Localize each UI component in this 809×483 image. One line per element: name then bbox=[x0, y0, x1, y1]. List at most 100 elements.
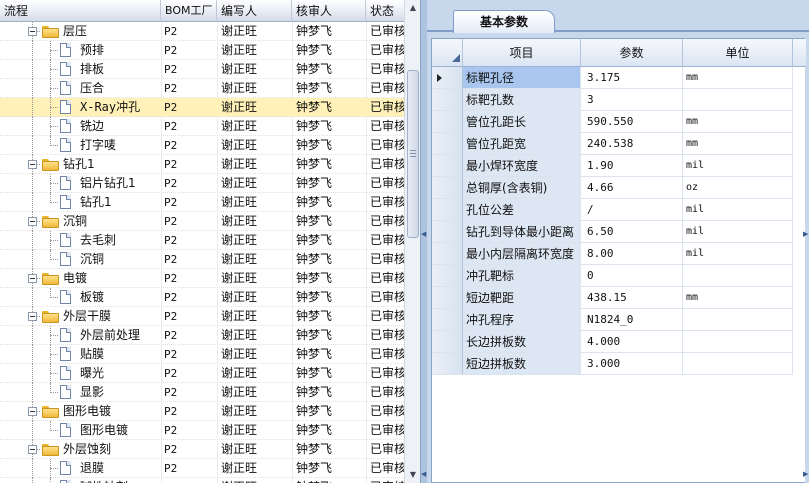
param-value-cell[interactable]: 3.000 bbox=[581, 353, 683, 375]
status-cell: 已审核 bbox=[370, 290, 404, 304]
param-value-cell[interactable]: 0 bbox=[581, 265, 683, 287]
param-value-cell[interactable]: 4.66 bbox=[581, 177, 683, 199]
param-value-cell[interactable]: 4.000 bbox=[581, 331, 683, 353]
collapse-right-icon[interactable]: ▶ bbox=[803, 470, 808, 478]
param-value-cell[interactable]: 438.15 bbox=[581, 287, 683, 309]
tree-row[interactable]: 电镀 P2 谢正旺 钟梦飞 已审核 bbox=[0, 269, 404, 288]
tree-row[interactable]: 沉铜 P2 谢正旺 钟梦飞 已审核 bbox=[0, 212, 404, 231]
param-row[interactable]: 管位孔距长 590.550 mm bbox=[432, 111, 806, 133]
param-unit-cell bbox=[683, 331, 793, 353]
param-value-cell[interactable]: 3 bbox=[581, 89, 683, 111]
grid-corner[interactable] bbox=[432, 39, 463, 67]
column-header-reviewer[interactable]: 核审人 bbox=[292, 0, 366, 22]
row-selector[interactable] bbox=[432, 309, 463, 331]
row-selector[interactable] bbox=[432, 89, 463, 111]
column-header-value[interactable]: 参数 bbox=[581, 39, 683, 67]
tree-row[interactable]: 显影 P2 谢正旺 钟梦飞 已审核 bbox=[0, 383, 404, 402]
row-selector[interactable] bbox=[432, 243, 463, 265]
collapse-toggle-icon[interactable] bbox=[28, 27, 37, 36]
tree-row[interactable]: 钻孔1 P2 谢正旺 钟梦飞 已审核 bbox=[0, 155, 404, 174]
column-header-writer[interactable]: 编写人 bbox=[217, 0, 292, 22]
param-row[interactable]: 标靶孔数 3 bbox=[432, 89, 806, 111]
column-header-flow[interactable]: 流程 bbox=[0, 0, 161, 22]
collapse-toggle-icon[interactable] bbox=[28, 445, 37, 454]
tree-row[interactable]: 曝光 P2 谢正旺 钟梦飞 已审核 bbox=[0, 364, 404, 383]
reviewer-cell: 钟梦飞 bbox=[296, 138, 333, 152]
tree-row[interactable]: 铣边 P2 谢正旺 钟梦飞 已审核 bbox=[0, 117, 404, 136]
collapse-toggle-icon[interactable] bbox=[28, 407, 37, 416]
column-header-status[interactable]: 状态 bbox=[366, 0, 404, 22]
param-value-cell[interactable]: 1.90 bbox=[581, 155, 683, 177]
param-row[interactable]: 冲孔程序 N1824_0 bbox=[432, 309, 806, 331]
param-row[interactable]: 总铜厚(含表铜) 4.66 oz bbox=[432, 177, 806, 199]
document-icon bbox=[60, 176, 71, 190]
collapse-right-icon[interactable]: ▶ bbox=[803, 230, 808, 238]
tree-node-label: 层压 bbox=[63, 24, 88, 38]
tree-line bbox=[32, 364, 33, 383]
param-value-cell[interactable]: 240.538 bbox=[581, 133, 683, 155]
row-selector[interactable] bbox=[432, 331, 463, 353]
row-selector[interactable] bbox=[432, 177, 463, 199]
column-header-bom[interactable]: BOM工厂 bbox=[161, 0, 217, 22]
param-value-cell[interactable]: 8.00 bbox=[581, 243, 683, 265]
tree-row[interactable]: 退膜 P2 谢正旺 钟梦飞 已审核 bbox=[0, 459, 404, 478]
param-row[interactable]: 冲孔靶标 0 bbox=[432, 265, 806, 287]
tree-row[interactable]: 图形电镀 P2 谢正旺 钟梦飞 已审核 bbox=[0, 421, 404, 440]
tree-row[interactable]: 铝片钻孔1 P2 谢正旺 钟梦飞 已审核 bbox=[0, 174, 404, 193]
reviewer-cell: 钟梦飞 bbox=[296, 404, 333, 418]
param-row[interactable]: 管位孔距宽 240.538 mm bbox=[432, 133, 806, 155]
param-row[interactable]: 短边拼板数 3.000 bbox=[432, 353, 806, 375]
tree-row[interactable]: 外层干膜 P2 谢正旺 钟梦飞 已审核 bbox=[0, 307, 404, 326]
row-selector[interactable] bbox=[432, 111, 463, 133]
tree-row[interactable]: 去毛刺 P2 谢正旺 钟梦飞 已审核 bbox=[0, 231, 404, 250]
reviewer-cell: 钟梦飞 bbox=[296, 176, 333, 190]
row-selector[interactable] bbox=[432, 265, 463, 287]
collapse-toggle-icon[interactable] bbox=[28, 274, 37, 283]
row-selector[interactable] bbox=[432, 155, 463, 177]
param-row[interactable]: 短边靶距 438.15 mm bbox=[432, 287, 806, 309]
tree-row[interactable]: 图形电镀 P2 谢正旺 钟梦飞 已审核 bbox=[0, 402, 404, 421]
param-value-cell[interactable]: 6.50 bbox=[581, 221, 683, 243]
row-selector[interactable] bbox=[432, 287, 463, 309]
tree-vertical-scrollbar[interactable]: ▲ ▼ bbox=[404, 0, 420, 483]
tree-row[interactable]: 预排 P2 谢正旺 钟梦飞 已审核 bbox=[0, 41, 404, 60]
param-row[interactable]: 最小内层隔离环宽度 8.00 mil bbox=[432, 243, 806, 265]
tree-row[interactable]: 沉铜 P2 谢正旺 钟梦飞 已审核 bbox=[0, 250, 404, 269]
param-row[interactable]: 孔位公差 / mil bbox=[432, 199, 806, 221]
column-header-unit[interactable]: 单位 bbox=[683, 39, 793, 67]
tree-row[interactable]: 外层蚀刻 P2 谢正旺 钟梦飞 已审核 bbox=[0, 440, 404, 459]
param-value-cell[interactable]: 3.175 bbox=[581, 67, 683, 89]
tree-row[interactable]: 压合 P2 谢正旺 钟梦飞 已审核 bbox=[0, 79, 404, 98]
param-row[interactable]: 标靶孔径 3.175 mm bbox=[432, 67, 806, 89]
param-value-cell[interactable]: / bbox=[581, 199, 683, 221]
tree-row[interactable]: 贴膜 P2 谢正旺 钟梦飞 已审核 bbox=[0, 345, 404, 364]
tree-row[interactable]: X-Ray冲孔 P2 谢正旺 钟梦飞 已审核 bbox=[0, 98, 404, 117]
param-value-cell[interactable]: 590.550 bbox=[581, 111, 683, 133]
tab-basic-params[interactable]: 基本参数 bbox=[453, 10, 555, 33]
param-row[interactable]: 钻孔到导体最小距离 6.50 mil bbox=[432, 221, 806, 243]
tree-row[interactable]: 打字唛 P2 谢正旺 钟梦飞 已审核 bbox=[0, 136, 404, 155]
row-selector[interactable] bbox=[432, 353, 463, 375]
collapse-toggle-icon[interactable] bbox=[28, 312, 37, 321]
param-row[interactable]: 最小焊环宽度 1.90 mil bbox=[432, 155, 806, 177]
tree-row[interactable]: 钻孔1 P2 谢正旺 钟梦飞 已审核 bbox=[0, 193, 404, 212]
collapse-toggle-icon[interactable] bbox=[28, 160, 37, 169]
row-selector[interactable] bbox=[432, 199, 463, 221]
scroll-up-arrow-icon[interactable]: ▲ bbox=[405, 0, 420, 16]
tree-row[interactable]: 外层前处理 P2 谢正旺 钟梦飞 已审核 bbox=[0, 326, 404, 345]
collapse-left-icon[interactable]: ◀ bbox=[421, 470, 426, 478]
collapse-left-icon[interactable]: ◀ bbox=[421, 230, 426, 238]
row-selector[interactable] bbox=[432, 133, 463, 155]
param-row[interactable]: 长边拼板数 4.000 bbox=[432, 331, 806, 353]
row-selector[interactable] bbox=[432, 221, 463, 243]
column-header-item[interactable]: 项目 bbox=[463, 39, 581, 67]
bom-cell: P2 bbox=[164, 367, 178, 380]
tree-row[interactable]: 排板 P2 谢正旺 钟梦飞 已审核 bbox=[0, 60, 404, 79]
collapse-toggle-icon[interactable] bbox=[28, 217, 37, 226]
param-value-cell[interactable]: N1824_0 bbox=[581, 309, 683, 331]
tree-row[interactable]: 板镀 P2 谢正旺 钟梦飞 已审核 bbox=[0, 288, 404, 307]
tree-row[interactable]: 层压 P2 谢正旺 钟梦飞 已审核 bbox=[0, 22, 404, 41]
scroll-down-arrow-icon[interactable]: ▼ bbox=[405, 467, 420, 483]
row-selector[interactable] bbox=[432, 67, 463, 89]
tree-row[interactable]: 碱性蚀刻 P2 谢正旺钟梦飞已审核 bbox=[0, 478, 404, 483]
